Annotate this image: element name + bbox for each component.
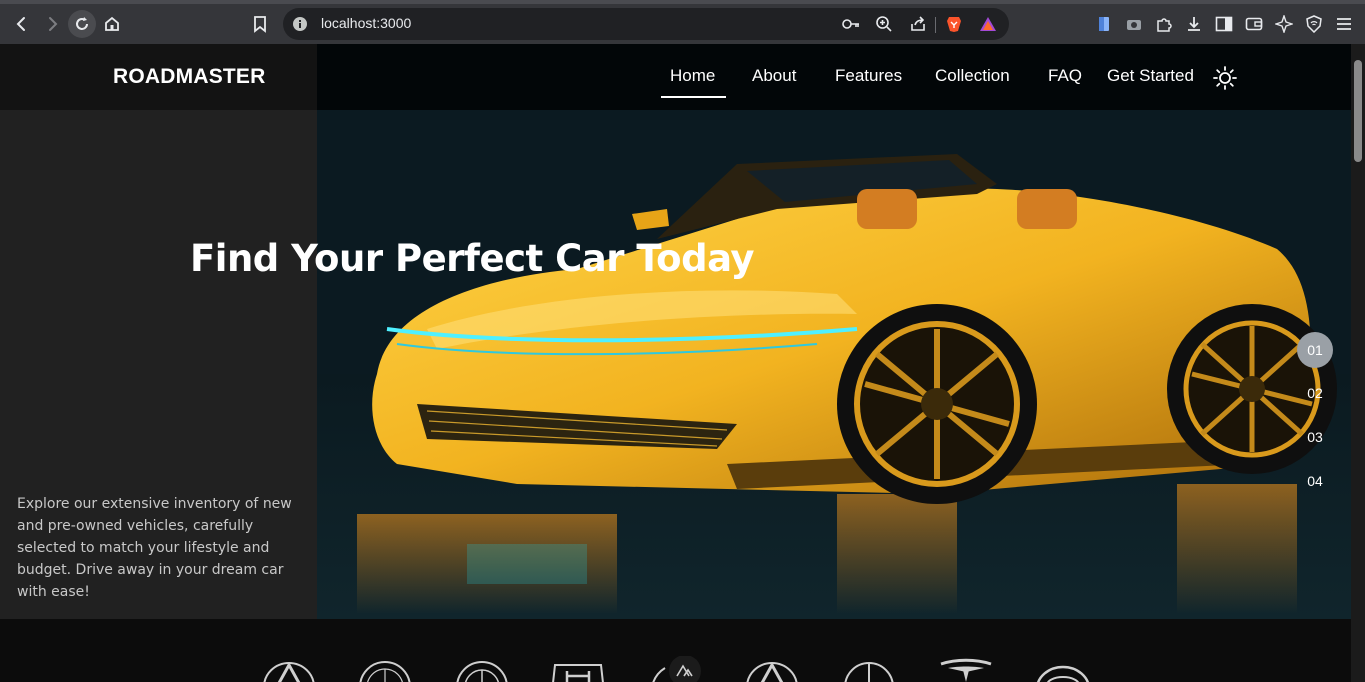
forward-arrow-icon (49, 17, 58, 31)
slide-indicator-03[interactable]: 03 (1297, 419, 1333, 455)
site-info-icon[interactable] (292, 16, 308, 32)
reload-button[interactable] (68, 10, 96, 38)
leo-ai-icon[interactable] (1270, 10, 1298, 38)
zoom-icon[interactable] (872, 12, 896, 36)
acura-logo-2-icon (746, 661, 798, 682)
nav-about[interactable]: About (752, 66, 796, 86)
browser-toolbar: localhost:3000 (0, 0, 1365, 44)
tesla-logo-icon (940, 658, 992, 682)
slide-indicator-02[interactable]: 02 (1297, 375, 1333, 411)
acura-logo-icon (263, 661, 315, 682)
url-text[interactable]: localhost:3000 (321, 15, 411, 31)
page-scrollbar[interactable] (1351, 44, 1365, 682)
hero-headline: Find Your Perfect Car Today (190, 237, 755, 280)
brave-lion-icon[interactable] (942, 12, 966, 36)
extensions-puzzle-icon[interactable] (1150, 10, 1178, 38)
nav-get-started[interactable]: Get Started (1107, 66, 1194, 86)
home-icon (105, 16, 119, 31)
back-button[interactable] (8, 10, 36, 38)
hero-description: Explore our extensive inventory of new a… (17, 496, 292, 600)
home-button[interactable] (98, 10, 126, 38)
front-wheel (837, 304, 1037, 504)
download-icon[interactable] (1180, 10, 1208, 38)
car-image (317, 44, 1351, 619)
share-icon[interactable] (906, 12, 930, 36)
key-icon[interactable] (839, 12, 863, 36)
hero-image (317, 44, 1351, 619)
slide-indicator-04[interactable]: 04 (1297, 463, 1333, 499)
bmw-logo-icon (456, 661, 508, 682)
nav-faq[interactable]: FAQ (1048, 66, 1082, 86)
bookmark-icon (254, 16, 266, 33)
toyota-logo-icon (1037, 665, 1089, 682)
nav-features[interactable]: Features (835, 66, 902, 86)
forward-button[interactable] (38, 10, 66, 38)
back-arrow-icon (16, 17, 25, 31)
nav-home[interactable]: Home (670, 66, 715, 86)
nav-collection[interactable]: Collection (935, 66, 1010, 86)
wallet-icon[interactable] (1240, 10, 1268, 38)
sidebar-icon[interactable] (1210, 10, 1238, 38)
reload-icon (76, 17, 88, 30)
menu-icon[interactable] (1330, 10, 1358, 38)
scrollbar-thumb[interactable] (1354, 60, 1362, 162)
vpn-shield-icon[interactable] (1300, 10, 1328, 38)
camera-icon[interactable] (1120, 10, 1148, 38)
slide-indicator-01[interactable]: 01 (1297, 332, 1333, 368)
site-logo[interactable]: ROADMASTER (113, 65, 266, 89)
alfa-romeo-logo-icon (359, 661, 411, 682)
navbar (317, 44, 1351, 110)
page: ROADMASTER Home About Features Collectio… (0, 44, 1351, 682)
bookmark-button[interactable] (246, 10, 274, 38)
active-nav-underline (661, 96, 726, 98)
honda-logo-icon (552, 664, 604, 682)
nuxt-badge-icon[interactable] (647, 656, 703, 682)
extension-files-icon[interactable] (1090, 10, 1118, 38)
rewards-triangle-icon[interactable] (976, 12, 1000, 36)
address-bar[interactable]: localhost:3000 (283, 8, 1009, 40)
theme-toggle-sun-icon[interactable] (1213, 66, 1237, 90)
mercedes-logo-icon (844, 662, 894, 682)
